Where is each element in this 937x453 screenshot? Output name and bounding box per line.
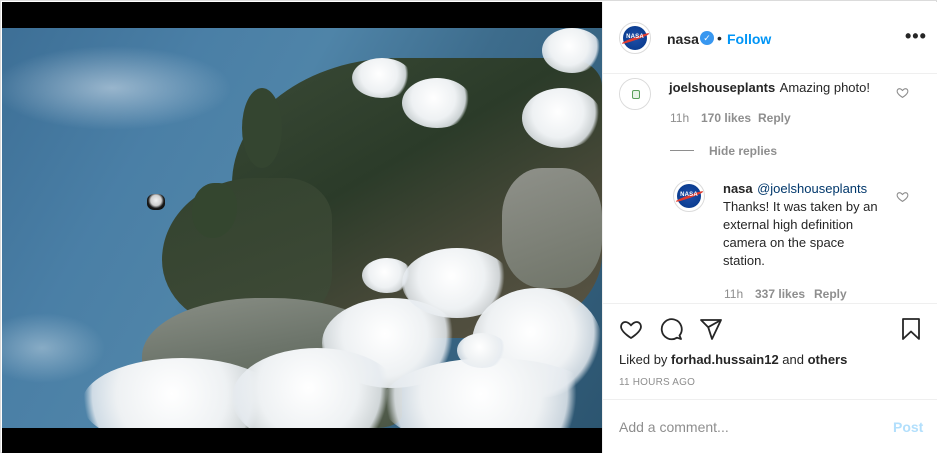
photo-cloud (522, 88, 602, 148)
post-comment-button[interactable]: Post (893, 419, 923, 435)
more-options-icon[interactable]: ••• (905, 26, 927, 47)
author-username[interactable]: nasa (667, 31, 699, 47)
author-avatar[interactable]: NASA (619, 22, 651, 54)
reply-reply-button[interactable]: Reply (814, 287, 847, 301)
post-header: NASA nasa ✓ • Follow ••• (603, 2, 937, 74)
share-icon[interactable] (699, 317, 723, 341)
liked-by-text: Liked by forhad.hussain12 and others (619, 352, 847, 367)
follow-button[interactable]: Follow (727, 31, 771, 47)
add-comment-bar: Post (603, 399, 937, 453)
reply-body: nasa @joelshouseplants Thanks! It was ta… (723, 180, 883, 270)
comment-like-heart-icon[interactable] (896, 86, 909, 99)
post-actions: Liked by forhad.hussain12 and others 11 … (603, 303, 937, 399)
photo-cloud (352, 58, 412, 98)
post-timestamp[interactable]: 11 HOURS AGO (619, 377, 695, 388)
reply-likes-count[interactable]: 337 likes (755, 287, 805, 301)
comment-reply-label[interactable]: Reply (758, 111, 791, 125)
photo-spacecraft (147, 194, 165, 210)
comment-reply-button[interactable]: Reply (758, 111, 791, 125)
comment-likes[interactable]: 170 likes (701, 111, 751, 125)
header-separator: • (717, 30, 722, 46)
nasa-logo-text: NASA (626, 33, 644, 40)
photo-cloud (402, 78, 472, 128)
post-modal: NASA nasa ✓ • Follow ••• joelshouseplant… (0, 0, 937, 453)
commenter-avatar[interactable] (619, 78, 651, 110)
liked-by-user[interactable]: forhad.hussain12 (671, 352, 779, 367)
verified-badge-icon: ✓ (700, 31, 714, 45)
comment-text: Amazing photo! (779, 80, 870, 95)
hide-replies-button[interactable]: Hide replies (709, 144, 777, 158)
nasa-logo-icon: NASA (623, 26, 647, 50)
post-side-panel: NASA nasa ✓ • Follow ••• joelshouseplant… (602, 2, 937, 453)
photo-peninsula (242, 88, 282, 168)
heart-icon[interactable] (619, 317, 643, 341)
save-icon[interactable] (899, 317, 923, 341)
comment-likes-count[interactable]: 170 likes (701, 111, 751, 125)
liked-by-conj: and (778, 352, 808, 367)
photo-town (502, 168, 602, 288)
liked-by-others[interactable]: others (808, 352, 848, 367)
reply-username[interactable]: nasa (723, 181, 753, 196)
comment-time[interactable]: 11h (670, 111, 689, 125)
nasa-logo-icon: NASA (677, 184, 701, 208)
liked-by-prefix: Liked by (619, 352, 672, 367)
post-photo[interactable] (2, 28, 602, 428)
comment-body: joelshouseplants Amazing photo! (669, 79, 889, 97)
comment-icon[interactable] (659, 317, 683, 341)
nasa-logo-text: NASA (680, 191, 698, 198)
reply-avatar[interactable]: NASA (673, 180, 705, 212)
plant-logo-icon (620, 79, 650, 109)
hide-replies-line (670, 150, 694, 151)
comments-list[interactable]: joelshouseplants Amazing photo! 11h 170 … (603, 74, 937, 303)
photo-cloud (542, 28, 602, 73)
reply-text: Thanks! It was taken by an external high… (723, 199, 878, 268)
comment-input[interactable] (619, 416, 879, 438)
reply-mention[interactable]: @joelshouseplants (757, 181, 867, 196)
reply-time[interactable]: 11h (724, 287, 743, 301)
reply-like-heart-icon[interactable] (896, 190, 909, 203)
photo-cloud (457, 333, 507, 368)
photo-cloud (362, 258, 412, 293)
comment-username[interactable]: joelshouseplants (669, 80, 775, 95)
reply-likes[interactable]: 337 likes (755, 287, 805, 301)
photo-pane (2, 2, 602, 453)
reply-reply-label[interactable]: Reply (814, 287, 847, 301)
